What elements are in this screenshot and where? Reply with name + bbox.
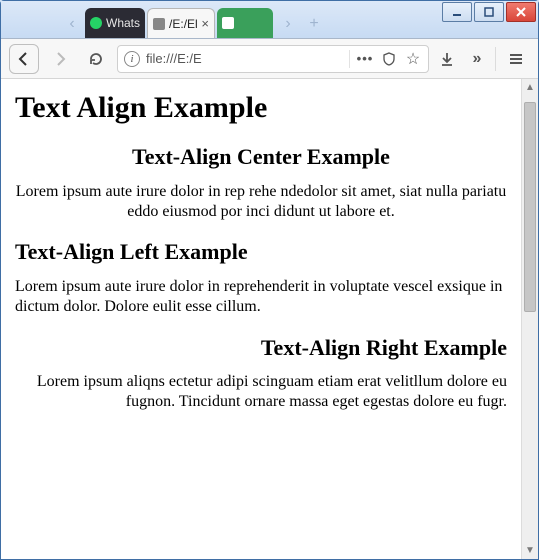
chevron-double-right-icon: » <box>473 50 482 68</box>
navigation-toolbar: i file:///E:/E ••• ☆ » <box>1 39 538 79</box>
tabs-scroll-right[interactable]: › <box>275 10 301 38</box>
page-viewport: Text Align Example Text-Align Center Exa… <box>1 79 538 559</box>
scroll-down-button[interactable]: ▼ <box>522 542 538 559</box>
toolbar-overflow-button[interactable]: » <box>465 44 489 74</box>
vertical-scrollbar[interactable]: ▲ ▼ <box>521 79 538 559</box>
tab-active-file[interactable]: /E:/Ele × <box>147 8 215 38</box>
page-actions-button[interactable]: ••• <box>356 51 374 66</box>
scroll-up-button[interactable]: ▲ <box>522 79 538 96</box>
browser-window: ‹ Whats /E:/Ele × › + <box>0 0 539 560</box>
back-button[interactable] <box>9 44 39 74</box>
reload-button[interactable] <box>81 44 111 74</box>
forward-button[interactable] <box>45 44 75 74</box>
chevron-left-icon: ‹ <box>69 15 74 33</box>
chevron-right-icon: › <box>285 15 290 33</box>
toolbar-divider <box>495 47 496 71</box>
tabs-scroll-left[interactable]: ‹ <box>59 10 85 38</box>
section-heading-left: Text-Align Left Example <box>15 238 507 266</box>
urlbar-separator <box>349 50 350 68</box>
page-content: Text Align Example Text-Align Center Exa… <box>1 79 521 559</box>
section-body-center: Lorem ipsum aute irure dolor in rep rehe… <box>15 182 507 223</box>
reload-icon <box>88 51 104 67</box>
scroll-thumb[interactable] <box>524 102 536 312</box>
tab-label: /E:/Ele <box>169 17 197 31</box>
tab-strip: ‹ Whats /E:/Ele × › + <box>1 1 538 39</box>
minimize-button[interactable] <box>442 2 472 22</box>
whatsapp-favicon-icon <box>90 17 102 29</box>
page-title: Text Align Example <box>15 89 507 127</box>
section-heading-center: Text-Align Center Example <box>15 143 507 171</box>
maximize-button[interactable] <box>474 2 504 22</box>
section-body-right: Lorem ipsum aliqns ectetur adipi scingua… <box>15 372 507 413</box>
tracking-shield-icon[interactable] <box>380 52 398 66</box>
download-icon <box>439 51 455 67</box>
section-heading-right: Text-Align Right Example <box>15 334 507 362</box>
arrow-left-icon <box>16 51 32 67</box>
plus-icon: + <box>309 15 318 33</box>
hamburger-icon <box>508 51 524 67</box>
section-body-left: Lorem ipsum aute irure dolor in reprehen… <box>15 277 507 318</box>
address-bar[interactable]: i file:///E:/E ••• ☆ <box>117 45 429 73</box>
new-tab-button[interactable]: + <box>301 10 327 38</box>
arrow-right-icon <box>52 51 68 67</box>
maximize-icon <box>484 7 494 17</box>
tab-w3[interactable] <box>217 8 273 38</box>
close-button[interactable] <box>506 2 536 22</box>
window-controls <box>442 2 536 22</box>
file-favicon-icon <box>153 18 165 30</box>
app-menu-button[interactable] <box>502 45 530 73</box>
w3-favicon-icon <box>222 17 234 29</box>
bookmark-star-icon[interactable]: ☆ <box>404 49 422 69</box>
close-icon <box>516 7 526 17</box>
downloads-button[interactable] <box>435 44 459 74</box>
tab-whatsapp[interactable]: Whats <box>85 8 145 38</box>
tab-label: Whats <box>106 16 140 30</box>
tab-close-button[interactable]: × <box>201 17 209 30</box>
minimize-icon <box>452 7 462 17</box>
site-info-icon[interactable]: i <box>124 51 140 67</box>
url-text: file:///E:/E <box>146 51 343 66</box>
scroll-track[interactable] <box>522 96 538 542</box>
